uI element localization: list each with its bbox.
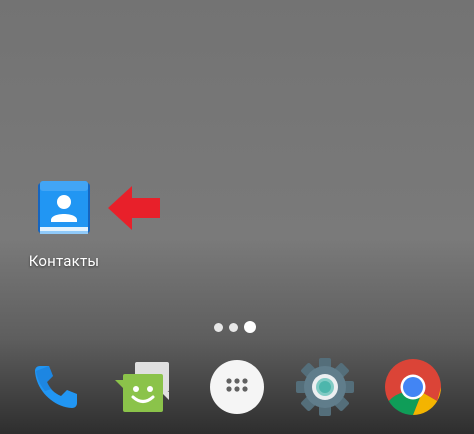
dock-chrome[interactable] [380,354,446,420]
settings-icon [296,358,354,416]
app-label-contacts: Контакты [28,252,100,270]
dock-settings[interactable] [292,354,358,420]
app-contacts[interactable]: Контакты [22,178,106,270]
dock [0,348,474,426]
apps-icon [210,360,264,414]
phone-icon [35,366,77,408]
page-dot [214,322,223,332]
dock-messages[interactable] [112,354,178,420]
contacts-icon [38,181,90,234]
red-arrow-icon [108,186,160,230]
home-screen: Контакты [0,0,474,434]
dock-app-drawer[interactable] [204,354,270,420]
page-dot-current [244,321,256,333]
dock-phone[interactable] [22,354,88,420]
chrome-icon [384,359,442,415]
page-dot [229,322,238,332]
messages-icon [115,362,169,412]
page-indicator [214,320,256,334]
